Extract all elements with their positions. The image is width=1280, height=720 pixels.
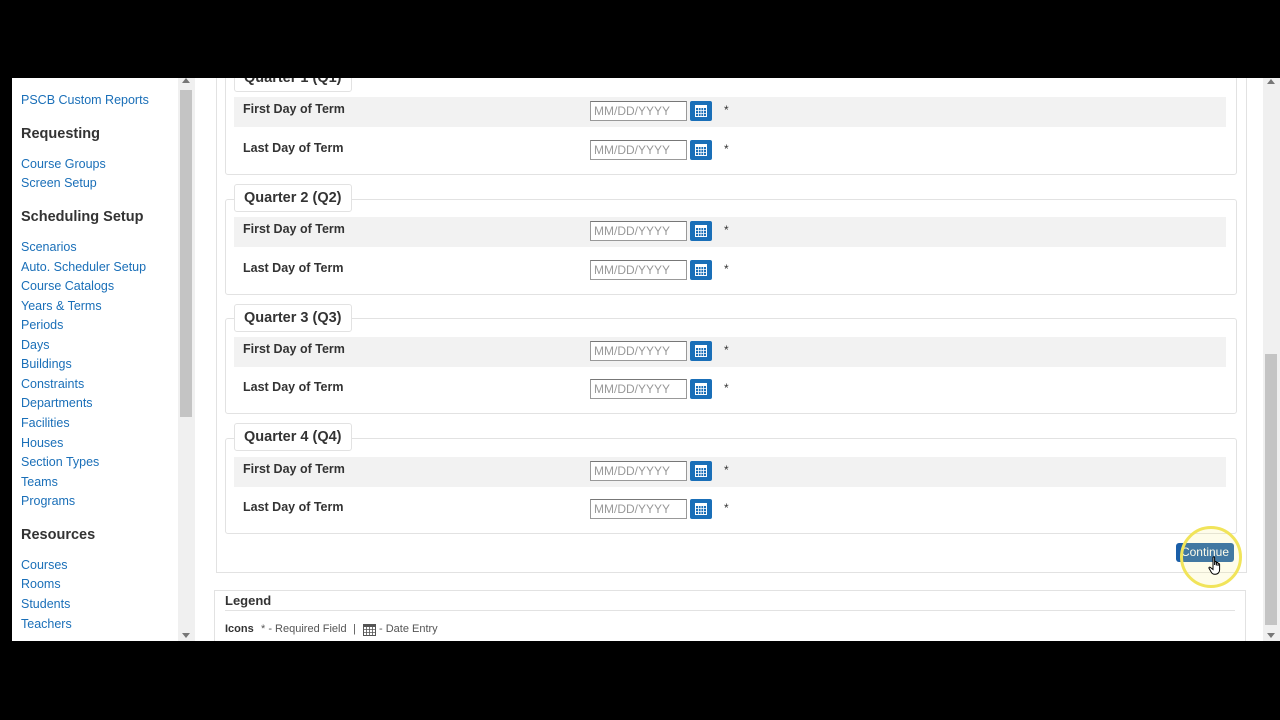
calendar-icon[interactable] [690,461,712,481]
calendar-icon[interactable] [690,221,712,241]
quarter-1-title: Quarter 1 (Q1) [234,78,352,92]
quarter-2-title: Quarter 2 (Q2) [234,184,352,212]
app-window: PSCB Custom Reports Requesting Course Gr… [12,78,1280,641]
quarter-2-first-day-input[interactable] [590,221,687,241]
sidebar-heading-resources: Resources [21,527,96,543]
sidebar-item-screen-setup[interactable]: Screen Setup [21,176,97,190]
quarter-2-first-day-label: First Day of Term [243,222,345,236]
calendar-icon[interactable] [690,379,712,399]
scroll-up-arrow-icon[interactable] [182,78,190,83]
legend-required-field: * - Required Field [261,623,347,635]
quarter-3-title: Quarter 3 (Q3) [234,304,352,332]
quarter-4-first-row [234,457,1226,487]
calendar-icon[interactable] [690,140,712,160]
sidebar-item-constraints[interactable]: Constraints [21,377,84,391]
quarter-1-last-day-input[interactable] [590,140,687,160]
quarter-1-first-row [234,97,1226,127]
quarter-3-first-row [234,337,1226,367]
required-marker: * [724,343,729,357]
sidebar-item-section-types[interactable]: Section Types [21,455,99,469]
required-marker: * [724,103,729,117]
quarter-3-last-day-label: Last Day of Term [243,380,344,394]
quarter-4-first-day-input[interactable] [590,461,687,481]
sidebar-item-auto-scheduler-setup[interactable]: Auto. Scheduler Setup [21,260,146,274]
scroll-up-arrow-icon[interactable] [1267,79,1275,84]
quarter-3-first-day-label: First Day of Term [243,342,345,356]
quarter-4-first-day-label: First Day of Term [243,462,345,476]
sidebar-item-years-terms[interactable]: Years & Terms [21,299,102,313]
required-marker: * [724,381,729,395]
required-marker: * [724,142,729,156]
continue-button[interactable]: Continue [1176,543,1234,562]
calendar-icon[interactable] [690,341,712,361]
scroll-down-arrow-icon[interactable] [182,633,190,638]
hand-pointer-icon [1208,556,1221,575]
legend-date-entry: - Date Entry [379,623,438,635]
sidebar-scrollbar[interactable] [178,78,195,641]
sidebar-item-rooms[interactable]: Rooms [21,577,61,591]
sidebar-item-departments[interactable]: Departments [21,396,93,410]
sidebar-item-course-catalogs[interactable]: Course Catalogs [21,279,114,293]
required-marker: * [724,501,729,515]
required-marker: * [724,262,729,276]
legend-divider [225,610,1235,611]
sidebar-heading-requesting: Requesting [21,126,100,142]
sidebar-item-programs[interactable]: Programs [21,494,75,508]
legend-separator: | [353,623,356,635]
sidebar-item-buildings[interactable]: Buildings [21,357,72,371]
sidebar-scroll-thumb[interactable] [180,90,192,417]
sidebar-item-pscb-custom-reports[interactable]: PSCB Custom Reports [21,93,149,107]
quarter-2-first-row [234,217,1226,247]
quarter-3-first-day-input[interactable] [590,341,687,361]
quarter-3-last-day-input[interactable] [590,379,687,399]
sidebar-nav: PSCB Custom Reports Requesting Course Gr… [12,78,180,641]
sidebar-heading-scheduling-setup: Scheduling Setup [21,209,144,225]
required-marker: * [724,463,729,477]
sidebar-item-facilities[interactable]: Facilities [21,416,70,430]
page-scrollbar[interactable] [1263,78,1280,641]
legend-icons-label: Icons [225,623,254,635]
sidebar-item-course-groups[interactable]: Course Groups [21,157,106,171]
legend-title: Legend [225,593,272,608]
sidebar-item-students[interactable]: Students [21,597,70,611]
sidebar-item-days[interactable]: Days [21,338,49,352]
sidebar-item-scenarios[interactable]: Scenarios [21,240,77,254]
quarter-4-last-day-label: Last Day of Term [243,500,344,514]
scroll-down-arrow-icon[interactable] [1267,633,1275,638]
quarter-2-last-day-input[interactable] [590,260,687,280]
calendar-icon[interactable] [690,101,712,121]
calendar-icon[interactable] [690,260,712,280]
quarter-4-last-day-input[interactable] [590,499,687,519]
sidebar-item-teachers[interactable]: Teachers [21,617,72,631]
calendar-icon [363,624,376,636]
quarter-1-first-day-label: First Day of Term [243,102,345,116]
quarter-1-last-day-label: Last Day of Term [243,141,344,155]
sidebar-item-houses[interactable]: Houses [21,436,63,450]
page-scroll-thumb[interactable] [1265,354,1277,625]
sidebar-item-courses[interactable]: Courses [21,558,68,572]
quarter-1-first-day-input[interactable] [590,101,687,121]
quarter-2-last-day-label: Last Day of Term [243,261,344,275]
required-marker: * [724,223,729,237]
calendar-icon[interactable] [690,499,712,519]
quarter-2-fieldset [225,199,1237,295]
quarter-4-title: Quarter 4 (Q4) [234,423,352,451]
sidebar-item-teams[interactable]: Teams [21,475,58,489]
sidebar-item-periods[interactable]: Periods [21,318,63,332]
